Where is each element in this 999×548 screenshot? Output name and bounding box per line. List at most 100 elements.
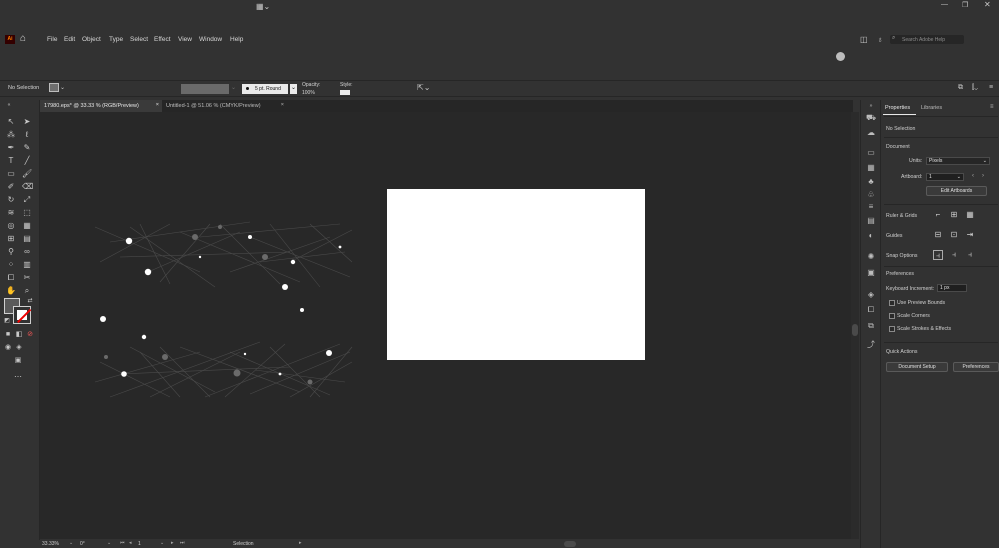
perspective-grid-tool-icon[interactable]: ▦ — [22, 221, 32, 231]
free-transform-tool-icon[interactable]: ⬚ — [22, 208, 32, 218]
menu-window[interactable]: Window — [199, 36, 222, 43]
asset-export-icon[interactable]: ⤴ — [866, 340, 876, 349]
snap-to-point-icon[interactable]: ⫞ — [933, 250, 943, 260]
document-setup-button[interactable]: Document Setup — [886, 362, 948, 372]
slice-tool-icon[interactable]: ✂ — [22, 273, 32, 283]
minimize-icon[interactable]: — — [941, 1, 948, 8]
scale-strokes-checkbox[interactable] — [889, 326, 895, 332]
draw-behind-icon[interactable]: ◈ — [14, 343, 24, 353]
scroll-thumb[interactable] — [852, 324, 858, 336]
screen-mode-icon[interactable]: ▣ — [13, 356, 23, 366]
paintbrush-tool-icon[interactable]: 🖌 — [22, 169, 32, 179]
status-menu-icon[interactable]: ▸ — [299, 540, 302, 546]
menu-file[interactable]: File — [47, 36, 57, 43]
next-artboard-icon[interactable]: › — [982, 173, 984, 179]
rotation-dropdown-icon[interactable]: ⌄ — [107, 540, 111, 546]
artboard-tool-icon[interactable]: ⧠ — [6, 273, 16, 283]
swap-colors-icon[interactable]: ⇄ — [25, 296, 35, 306]
mesh-tool-icon[interactable]: ⊞ — [6, 234, 16, 244]
account-avatar-icon[interactable] — [836, 52, 845, 61]
show-guides-icon[interactable]: ⊟ — [933, 230, 943, 240]
color-guide-icon[interactable]: ▭ — [866, 148, 876, 157]
vertical-scrollbar[interactable] — [851, 112, 859, 539]
stroke-dropdown-icon[interactable]: ⌄ — [231, 84, 236, 91]
brush-definition-field[interactable]: 5 pt. Round — [242, 84, 288, 94]
zoom-tool-icon[interactable]: ⌕ — [22, 286, 32, 296]
gradient-mode-icon[interactable]: ◧ — [14, 330, 24, 340]
shape-builder-tool-icon[interactable]: ◎ — [6, 221, 16, 231]
curvature-tool-icon[interactable]: ✎ — [22, 143, 32, 153]
panel-menu-icon[interactable]: ≡ — [989, 84, 993, 91]
appearance-icon[interactable]: ✺ — [866, 252, 876, 261]
blend-tool-icon[interactable]: ∞ — [22, 247, 32, 257]
prev-artboard-icon[interactable]: ‹ — [972, 173, 974, 179]
canvas-area[interactable] — [40, 112, 851, 539]
menu-effect[interactable]: Effect — [154, 36, 171, 43]
eraser-tool-icon[interactable]: ⌫ — [22, 182, 33, 192]
prev-artboard-icon[interactable]: ◂ — [129, 540, 132, 546]
artboard-number[interactable]: 1 — [138, 541, 141, 547]
transform-options-icon[interactable]: ⇱⌄ — [417, 83, 430, 92]
snap-to-pixel-icon[interactable]: ⫞ — [949, 250, 959, 260]
brushes-icon[interactable]: ♣ — [866, 177, 876, 186]
layers-collapse-icon[interactable]: » — [866, 102, 876, 111]
lock-guides-icon[interactable]: ⊡ — [949, 230, 959, 240]
home-icon[interactable]: ⌂ — [20, 33, 26, 44]
shaper-tool-icon[interactable]: ✐ — [6, 182, 16, 192]
gradient-panel-icon[interactable]: ▤ — [866, 216, 876, 225]
lasso-tool-icon[interactable]: ℓ — [22, 130, 32, 140]
keyboard-increment-input[interactable]: 1 px — [937, 284, 967, 292]
close-tab-icon[interactable]: × — [156, 102, 159, 108]
maximize-icon[interactable]: ❐ — [962, 1, 968, 9]
none-mode-icon[interactable]: ⊘ — [25, 330, 35, 340]
tab-document-1[interactable]: 17980.eps* @ 33.33 % (RGB/Preview) × — [40, 100, 162, 112]
workspace-switcher-icon[interactable]: ▦⌄ — [256, 2, 270, 11]
stroke-color-swatch[interactable] — [13, 306, 31, 324]
menu-edit[interactable]: Edit — [64, 36, 75, 43]
opacity-value[interactable]: 100% — [302, 90, 315, 96]
selection-tool-icon[interactable]: ↖ — [6, 117, 16, 127]
cc-libraries-icon[interactable]: ⛟ — [866, 113, 876, 122]
edit-artboards-button[interactable]: Edit Artboards — [926, 186, 987, 196]
artboard-dropdown-icon[interactable]: ⌄ — [160, 540, 164, 546]
discover-lightbulb-icon[interactable]: ♁ — [877, 35, 883, 44]
rotate-tool-icon[interactable]: ↻ — [6, 195, 16, 205]
pen-tool-icon[interactable]: ✒ — [6, 143, 16, 153]
grid-icon[interactable]: ⊞ — [949, 210, 959, 220]
direct-selection-tool-icon[interactable]: ➤ — [22, 117, 32, 127]
brush-dropdown-icon[interactable]: ⌄ — [290, 84, 297, 94]
toolbar-collapse-icon[interactable]: « — [4, 100, 14, 110]
scale-tool-icon[interactable]: ⤢ — [22, 195, 32, 205]
artboard-select[interactable]: 1 ⌄ — [926, 173, 964, 181]
type-tool-icon[interactable]: T — [6, 156, 16, 166]
rotation-value[interactable]: 0° — [80, 541, 85, 547]
close-tab-icon[interactable]: × — [281, 102, 284, 108]
zoom-dropdown-icon[interactable]: ⌄ — [69, 540, 73, 546]
panel-menu-icon[interactable]: ≡ — [990, 104, 994, 110]
edit-toolbar-icon[interactable]: ⋯ — [13, 372, 23, 382]
stroke-panel-icon[interactable]: ≡ — [866, 202, 876, 211]
rulers-icon[interactable]: ⌐ — [933, 210, 943, 220]
rectangle-tool-icon[interactable]: ▭ — [6, 169, 16, 179]
symbols-icon[interactable]: ♧ — [866, 190, 876, 199]
links-icon[interactable]: ⧉ — [866, 321, 876, 330]
tab-libraries[interactable]: Libraries — [921, 105, 942, 111]
transparency-icon[interactable]: ◐ — [866, 231, 876, 240]
fill-dropdown-icon[interactable]: ⌄ — [60, 84, 65, 91]
gradient-tool-icon[interactable]: ▤ — [22, 234, 32, 244]
tab-document-2[interactable]: Untitled-1 @ 51.06 % (CMYK/Preview) × — [162, 100, 287, 112]
align-icon[interactable]: ⫿⌄ — [972, 84, 978, 92]
tab-properties[interactable]: Properties — [885, 105, 910, 111]
menu-type[interactable]: Type — [109, 36, 123, 43]
menu-select[interactable]: Select — [130, 36, 148, 43]
horizontal-scroll-thumb[interactable] — [564, 541, 576, 547]
smart-guides-icon[interactable]: ⇥ — [965, 230, 975, 240]
warp-tool-icon[interactable]: ≋ — [6, 208, 16, 218]
magic-wand-tool-icon[interactable]: ⁂ — [6, 130, 16, 140]
properties-icon[interactable]: ☁ — [866, 128, 876, 137]
isolate-icon[interactable]: ⧉ — [958, 84, 963, 92]
menu-object[interactable]: Object — [82, 36, 101, 43]
draw-mode-icon[interactable]: ◉ — [3, 343, 13, 353]
last-artboard-icon[interactable]: ⏭ — [180, 540, 185, 546]
stroke-weight-field[interactable] — [181, 84, 229, 94]
